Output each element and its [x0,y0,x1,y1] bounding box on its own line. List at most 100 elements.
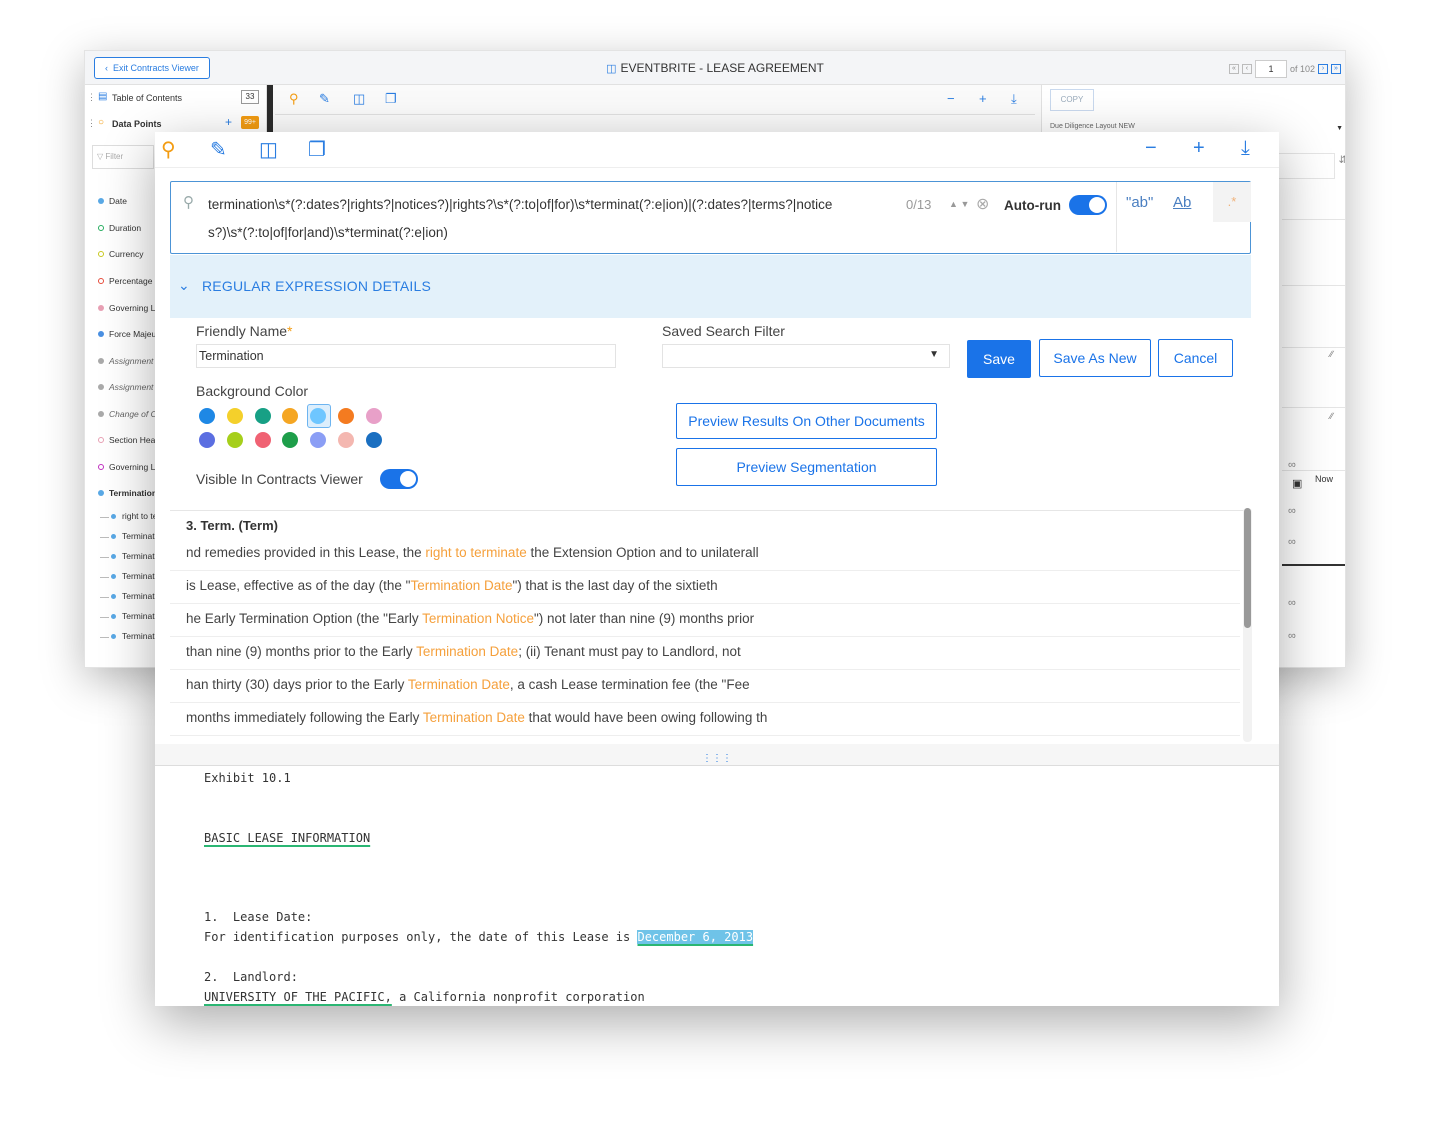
copy-button[interactable]: COPY [1050,89,1094,111]
drag-handle-icon[interactable]: ⋮ [87,118,96,129]
autorun-toggle[interactable] [1069,195,1107,215]
whole-word-toggle[interactable]: "ab" [1126,194,1153,211]
datapoint-assignment[interactable]: Assignment [85,379,157,397]
download-icon[interactable]: ⤓ [1241,137,1250,160]
prev-page-icon[interactable]: ‹ [1241,64,1252,74]
layout-select[interactable]: Due Diligence Layout NEW [1050,123,1135,130]
datapoint-governing-law[interactable]: Governing Law [85,300,157,318]
visible-in-viewer-toggle[interactable] [380,469,418,489]
color-swatch[interactable] [310,432,327,448]
sub-item[interactable]: Termination [97,528,157,546]
sort-icon[interactable]: ⇵ [1339,155,1345,166]
result-row[interactable]: than nine (9) months prior to the Early … [170,637,1240,670]
link-icon[interactable]: ∞ [1288,536,1296,548]
edit-icon[interactable]: ✎ [319,91,330,107]
datapoint-currency[interactable]: Currency [85,246,157,264]
pane-resize-handle[interactable]: ⋮⋮⋮ [155,744,1279,766]
result-row[interactable]: he Early Termination Option (the "Early … [170,604,1240,637]
caret-down-icon[interactable]: ▼ [1336,125,1343,132]
right-field[interactable] [1275,153,1335,179]
preview-other-documents-button[interactable]: Preview Results On Other Documents [676,403,937,439]
color-swatch[interactable] [226,408,243,424]
datapoint-percentage[interactable]: Percentage [85,273,157,291]
saved-search-filter-select[interactable]: ▼ [662,344,950,368]
regex-details-header[interactable]: ⌄ REGULAR EXPRESSION DETAILS [170,255,1251,318]
regex-search-bar: ⚲ termination\s*(?:dates?|rights?|notice… [170,181,1251,254]
search-icon[interactable]: ⚲ [289,91,299,107]
last-page-icon[interactable]: » [1331,64,1341,74]
match-case-toggle[interactable]: Ab [1173,194,1191,211]
document-icon[interactable]: ◫ [259,137,278,162]
result-row[interactable]: han thirty (30) days prior to the Early … [170,670,1240,703]
datapoint-change-of-control[interactable]: Change of Control [85,406,157,424]
landlord-name[interactable]: UNIVERSITY OF THE PACIFIC, [204,990,392,1004]
link-icon[interactable]: ∞ [1288,505,1296,517]
document-icon[interactable]: ◫ [353,91,365,107]
zoom-in-icon[interactable]: + [1193,137,1205,160]
datapoint-termination[interactable]: Termination [85,485,157,503]
link-icon[interactable]: ∞ [1288,459,1296,471]
sub-item[interactable]: Termination [97,568,157,586]
next-match-icon[interactable]: ▼ [960,199,969,209]
color-swatch[interactable] [338,432,354,448]
datapoint-assignment[interactable]: Assignment [85,353,157,371]
result-row[interactable]: months immediately following the Early T… [170,703,1240,736]
filter-input[interactable]: ▽ Filter [92,145,154,169]
toc-row[interactable]: ⋮ ▤ Table of Contents 33 [85,85,267,111]
zoom-out-icon[interactable]: − [947,91,955,106]
preview-segmentation-button[interactable]: Preview Segmentation [676,448,937,486]
calendar-icon[interactable]: ▣ [1292,477,1302,490]
lease-date-highlight[interactable]: December 6, 2013 [637,930,754,944]
color-swatch[interactable] [254,432,271,448]
sub-item-label: Termination [122,591,157,601]
save-button[interactable]: Save [967,340,1031,378]
friendly-name-input[interactable]: Termination [196,344,616,368]
cancel-button[interactable]: Cancel [1158,339,1233,377]
link-icon[interactable]: ∞ [1288,630,1296,642]
sub-item[interactable]: right to terminate [97,508,157,526]
dot-icon [111,574,116,579]
page-number-input[interactable]: 1 [1254,60,1287,78]
color-swatch[interactable] [226,432,243,448]
color-swatch[interactable] [254,408,271,424]
color-swatch[interactable] [365,408,382,424]
color-swatch[interactable] [199,408,215,424]
datapoint-duration[interactable]: Duration [85,220,157,238]
add-datapoint-icon[interactable]: + [225,115,232,129]
color-swatch[interactable] [365,432,382,448]
copy-icon[interactable]: ❐ [385,91,397,107]
result-row[interactable]: is Lease, effective as of the day (the "… [170,571,1240,604]
regex-input[interactable]: termination\s*(?:dates?|rights?|notices?… [208,191,868,247]
color-swatch[interactable] [199,432,215,448]
datapoint-governing-law[interactable]: Governing Law [85,459,157,477]
first-page-icon[interactable]: « [1228,64,1239,74]
resize-icon[interactable]: ∕∕ [1330,411,1333,421]
search-icon[interactable]: ⚲ [161,137,176,162]
resize-icon[interactable]: ∕∕ [1330,349,1333,359]
save-as-new-button[interactable]: Save As New [1039,339,1151,377]
divider [1282,219,1345,220]
zoom-in-icon[interactable]: + [979,91,987,106]
drag-handle-icon[interactable]: ⋮ [87,92,96,103]
color-swatch[interactable] [282,408,299,424]
copy-icon[interactable]: ❐ [308,137,326,162]
sub-item[interactable]: Termination [97,628,157,646]
result-row[interactable]: nd remedies provided in this Lease, the … [170,538,1240,571]
prev-match-icon[interactable]: ▲ [949,199,958,209]
datapoint-section-headings[interactable]: Section Headings [85,432,157,450]
datapoint-force-majeure[interactable]: Force Majeure [85,326,157,344]
datapoint-date[interactable]: Date [85,193,157,211]
color-swatch[interactable] [282,432,299,448]
regex-toggle[interactable]: .* [1213,182,1251,222]
sub-item[interactable]: Termination [97,548,157,566]
sub-item[interactable]: Termination [97,588,157,606]
color-swatch[interactable] [338,408,354,424]
edit-icon[interactable]: ✎ [210,137,227,162]
zoom-out-icon[interactable]: − [1145,137,1157,160]
next-page-icon[interactable]: › [1318,64,1328,74]
link-icon[interactable]: ∞ [1288,597,1296,609]
sub-item[interactable]: Termination [97,608,157,626]
clear-icon[interactable]: ⊗ [976,194,989,214]
results-scrollbar-thumb[interactable] [1244,508,1251,628]
download-icon[interactable]: ⤓ [1011,91,1017,107]
